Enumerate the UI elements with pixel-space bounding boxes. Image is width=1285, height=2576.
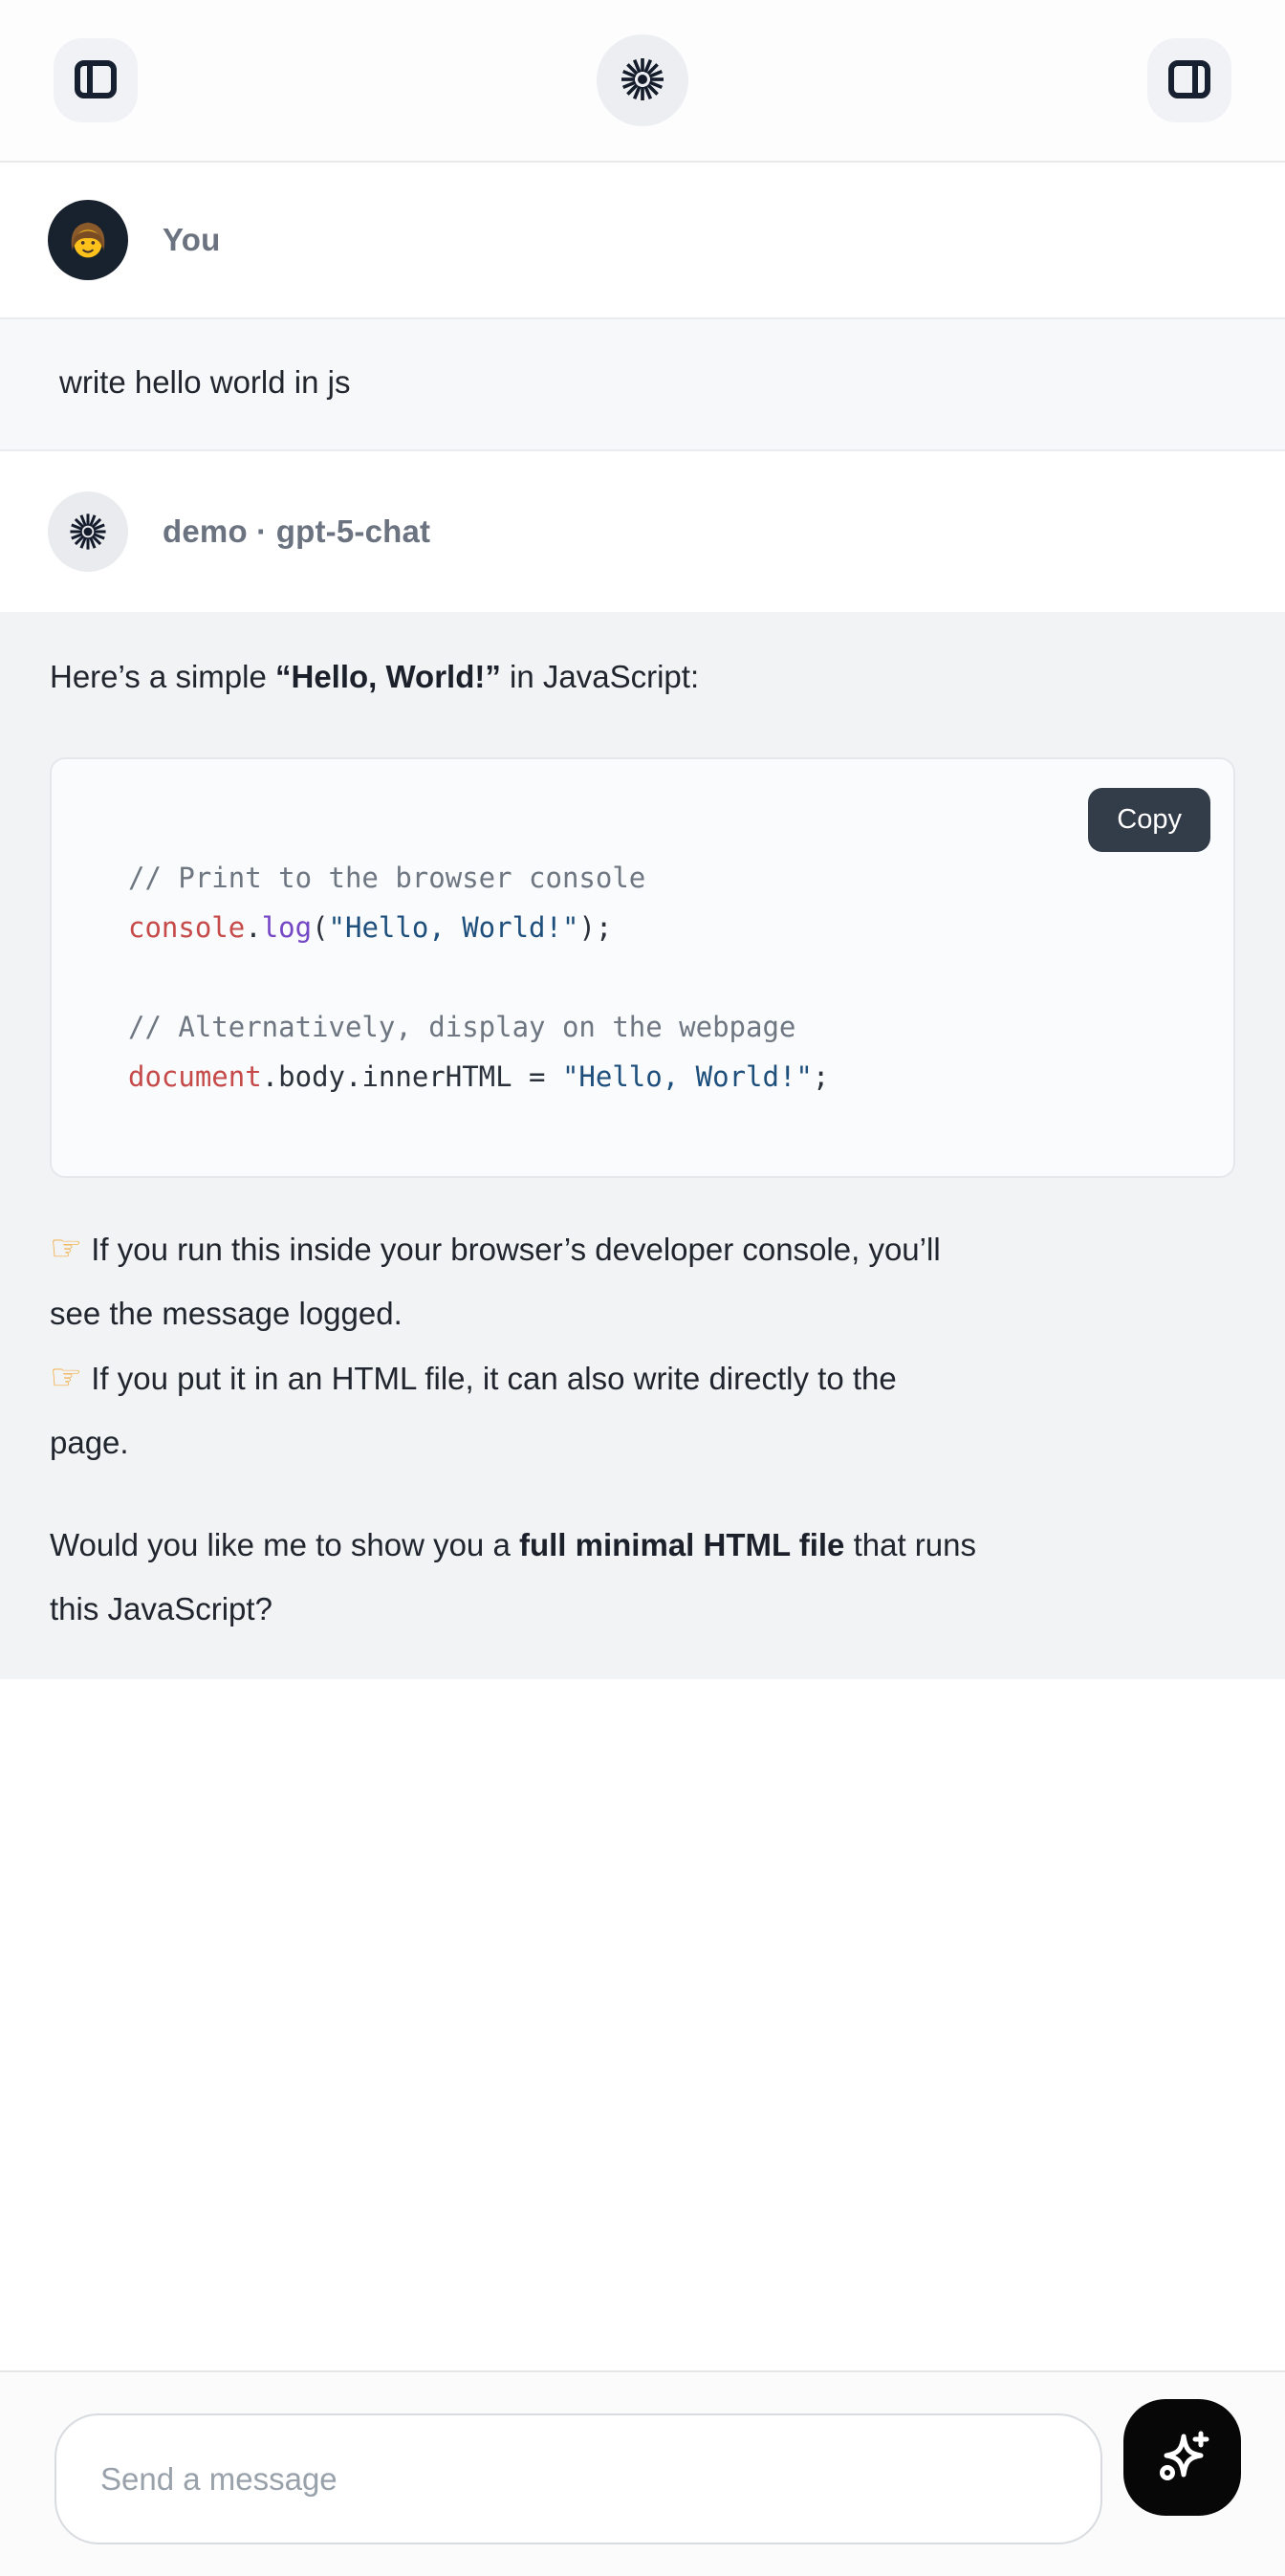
- message-input[interactable]: [54, 2413, 1102, 2544]
- panel-right-icon: [1166, 56, 1212, 105]
- user-message-header: You: [0, 163, 1285, 317]
- code-content: // Print to the browser consoleconsole.l…: [128, 853, 1195, 1102]
- code-line: // Print to the browser console: [128, 853, 1195, 903]
- code-line: console.log("Hello, World!");: [128, 903, 1195, 952]
- assistant-paragraph-2: Would you like me to show you a full min…: [50, 1513, 1235, 1641]
- code-line: document.body.innerHTML = "Hello, World!…: [128, 1052, 1195, 1102]
- toggle-panel-button[interactable]: [1147, 38, 1231, 122]
- toggle-sidebar-button[interactable]: [54, 38, 138, 122]
- user-message: write hello world in js: [0, 317, 1285, 451]
- assistant-avatar: [48, 491, 128, 572]
- composer-bar: [0, 2370, 1285, 2576]
- user-message-text: write hello world in js: [59, 363, 1226, 402]
- chat-app: You write hello world in js demo: [0, 0, 1285, 2576]
- assistant-message-header: demo · gpt-5-chat: [0, 451, 1285, 612]
- chat-empty-space: [0, 1679, 1285, 2370]
- assistant-paragraph-1: ☞ If you run this inside your browser’s …: [50, 1216, 1235, 1474]
- model-logo-button[interactable]: [597, 34, 688, 126]
- panel-left-icon: [73, 56, 119, 105]
- top-bar: [0, 0, 1285, 163]
- sparkle-icon: [1151, 2425, 1214, 2491]
- assistant-intro-text: Here’s a simple “Hello, World!” in JavaS…: [50, 656, 1235, 698]
- copy-button[interactable]: Copy: [1088, 788, 1210, 852]
- assistant-sender-label: demo · gpt-5-chat: [163, 513, 430, 550]
- code-line: [128, 952, 1195, 1002]
- pointing-hand-icon: ☞: [50, 1356, 82, 1398]
- user-avatar: [48, 200, 128, 280]
- code-block: Copy // Print to the browser consolecons…: [50, 757, 1235, 1178]
- pointing-hand-icon: ☞: [50, 1227, 82, 1269]
- assistant-message: Here’s a simple “Hello, World!” in JavaS…: [0, 612, 1285, 1679]
- user-sender-label: You: [163, 222, 220, 258]
- starburst-logo-icon: [618, 55, 667, 107]
- send-button[interactable]: [1123, 2399, 1241, 2516]
- code-line: // Alternatively, display on the webpage: [128, 1002, 1195, 1052]
